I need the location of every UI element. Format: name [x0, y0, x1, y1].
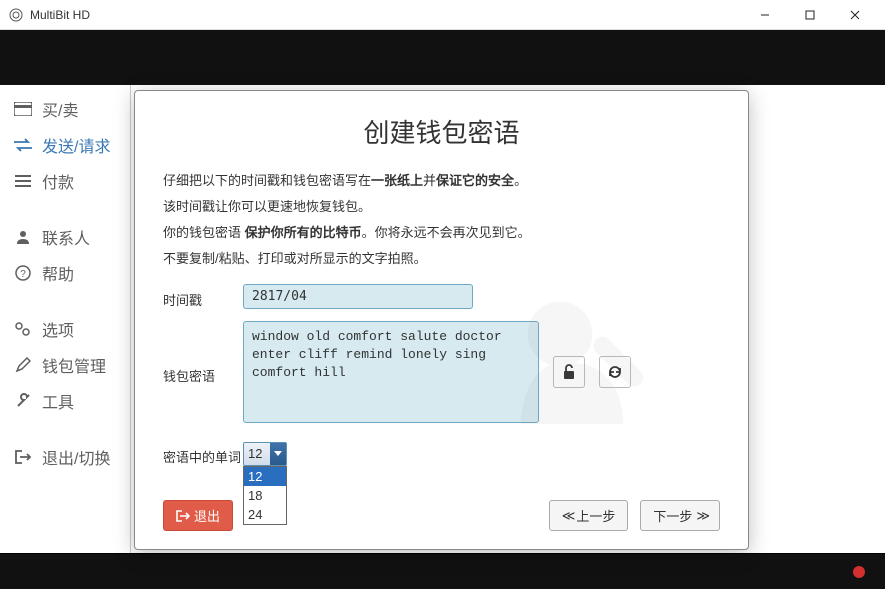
sidebar-label: 钱包管理	[42, 353, 106, 377]
sidebar-item-buy-sell[interactable]: 买/卖	[0, 91, 130, 127]
edit-icon	[14, 356, 32, 374]
top-toolbar	[0, 30, 885, 85]
exchange-icon	[14, 136, 32, 154]
sidebar-item-help[interactable]: ? 帮助	[0, 255, 130, 291]
sidebar: 买/卖 发送/请求 付款 联系人 ? 帮助 选项	[0, 85, 130, 553]
wordcount-label: 密语中的单词	[163, 441, 243, 466]
sidebar-item-contacts[interactable]: 联系人	[0, 219, 130, 255]
sidebar-label: 退出/切换	[42, 445, 110, 469]
titlebar: MultiBit HD	[0, 0, 885, 30]
exit-button[interactable]: 退出	[163, 500, 233, 531]
wrench-icon	[14, 392, 32, 410]
statusbar	[0, 553, 885, 589]
sidebar-label: 发送/请求	[42, 133, 110, 157]
svg-text:?: ?	[20, 269, 26, 280]
sidebar-item-exit-switch[interactable]: 退出/切换	[0, 439, 130, 475]
status-indicator-icon	[853, 566, 865, 578]
timestamp-field[interactable]: 2817/04	[243, 284, 473, 309]
sidebar-item-send-request[interactable]: 发送/请求	[0, 127, 130, 163]
seed-textarea[interactable]: window old comfort salute doctor enter c…	[243, 321, 539, 423]
lock-open-icon	[561, 364, 577, 380]
sidebar-label: 工具	[42, 389, 74, 413]
next-button[interactable]: 下一步 ≫	[640, 500, 720, 531]
timestamp-label: 时间戳	[163, 284, 243, 309]
chevron-down-icon	[270, 443, 286, 465]
chevron-double-left-icon: ≪	[562, 508, 573, 524]
cogs-icon	[14, 320, 32, 338]
sidebar-label: 帮助	[42, 261, 74, 285]
refresh-icon	[607, 364, 623, 380]
close-button[interactable]	[832, 0, 877, 30]
prev-button[interactable]: ≪ 上一步	[549, 500, 629, 531]
sidebar-item-wallet-mgmt[interactable]: 钱包管理	[0, 347, 130, 383]
sidebar-label: 联系人	[42, 225, 90, 249]
dialog-description: 仔细把以下的时间戳和钱包密语写在一张纸上并保证它的安全。 该时间戳让你可以更速地…	[163, 168, 720, 272]
regenerate-button[interactable]	[599, 356, 631, 388]
sidebar-item-options[interactable]: 选项	[0, 311, 130, 347]
sidebar-item-payments[interactable]: 付款	[0, 163, 130, 199]
window-title: MultiBit HD	[30, 8, 742, 22]
signout-icon	[176, 510, 190, 522]
card-icon	[14, 100, 32, 118]
maximize-button[interactable]	[787, 0, 832, 30]
toggle-visibility-button[interactable]	[553, 356, 585, 388]
wordcount-option-12[interactable]: 12	[244, 467, 286, 486]
dialog-title: 创建钱包密语	[163, 113, 720, 150]
seed-label: 钱包密语	[163, 360, 243, 385]
minimize-button[interactable]	[742, 0, 787, 30]
sidebar-label: 买/卖	[42, 97, 78, 121]
wordcount-select[interactable]: 12	[243, 442, 287, 466]
signout-icon	[14, 448, 32, 466]
sidebar-label: 选项	[42, 317, 74, 341]
chevron-double-right-icon: ≫	[696, 508, 707, 524]
list-icon	[14, 172, 32, 190]
user-icon	[14, 228, 32, 246]
create-wallet-seed-dialog: 创建钱包密语 仔细把以下的时间戳和钱包密语写在一张纸上并保证它的安全。 该时间戳…	[134, 90, 749, 550]
sidebar-item-tools[interactable]: 工具	[0, 383, 130, 419]
question-icon: ?	[14, 264, 32, 282]
sidebar-label: 付款	[42, 169, 74, 193]
app-icon	[8, 7, 24, 23]
